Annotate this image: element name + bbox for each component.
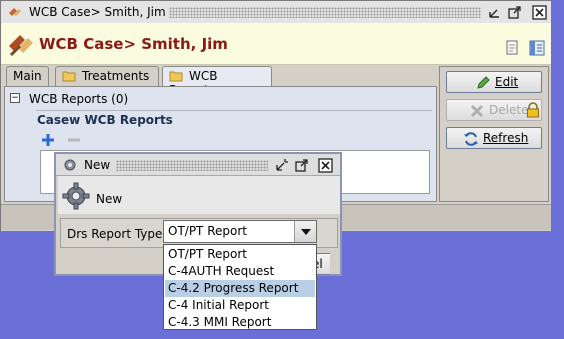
edit-label: Edit — [495, 75, 519, 89]
dialog-grip — [116, 160, 268, 171]
delete-x-icon — [470, 104, 484, 118]
dialog-heading: New — [96, 192, 123, 206]
folder-icon — [169, 71, 183, 82]
option-c4-2-progress-report[interactable]: C-4.2 Progress Report — [165, 280, 315, 297]
window-title: WCB Case> Smith, Jim — [29, 5, 166, 19]
edit-button[interactable]: Edit — [446, 71, 542, 93]
tab-wcb-reports[interactable]: WCB Reports — [162, 66, 272, 97]
report-type-value: OT/PT Report — [168, 224, 247, 238]
option-c4-initial-report[interactable]: C-4 Initial Report — [165, 297, 315, 314]
dropdown-arrow-icon[interactable] — [294, 221, 316, 242]
report-type-select[interactable]: OT/PT Report — [163, 220, 317, 243]
tab-main-label: Main — [13, 69, 42, 83]
refresh-button[interactable]: Refresh — [446, 127, 542, 149]
remove-report-button[interactable] — [66, 132, 82, 148]
minimize-icon[interactable] — [487, 5, 502, 20]
option-c4-3-mmi-report[interactable]: C-4.3 MMI Report — [165, 314, 315, 331]
option-c4auth-request[interactable]: C-4AUTH Request — [165, 263, 315, 280]
gavel-icon — [9, 35, 33, 57]
tree-node-label: WCB Reports (0) — [29, 92, 129, 106]
refresh-label: Refresh — [483, 131, 529, 145]
tab-main[interactable]: Main — [6, 66, 49, 86]
dialog-titlebar[interactable]: New — [56, 154, 340, 176]
maximize-icon[interactable] — [507, 5, 522, 20]
option-ot-pt-report[interactable]: OT/PT Report — [165, 246, 315, 263]
pencil-icon — [477, 76, 490, 89]
dialog-minimize-icon[interactable] — [274, 158, 289, 173]
minus-icon — [68, 138, 80, 142]
titlebar-grip — [169, 7, 481, 18]
large-gear-icon — [62, 182, 90, 210]
close-icon[interactable] — [532, 5, 547, 20]
dialog-close-icon[interactable] — [318, 158, 333, 173]
folder-icon — [62, 71, 76, 82]
document-icon[interactable] — [504, 40, 520, 56]
lock-icon — [527, 102, 539, 118]
refresh-icon — [464, 132, 478, 146]
report-type-dropdown: OT/PT Report C-4AUTH Request C-4.2 Progr… — [163, 244, 317, 330]
tab-treatments[interactable]: Treatments — [55, 66, 159, 86]
case-header: WCB Case> Smith, Jim — [1, 23, 551, 65]
plus-icon — [42, 134, 54, 146]
page-title: WCB Case> Smith, Jim — [39, 35, 228, 53]
add-report-button[interactable] — [40, 132, 56, 148]
collapse-toggle[interactable]: − — [10, 93, 20, 103]
dialog-title: New — [84, 158, 111, 172]
dialog-maximize-icon[interactable] — [294, 158, 309, 173]
group-title: Casew WCB Reports — [37, 113, 173, 127]
delete-label: Delete — [489, 103, 529, 117]
main-titlebar[interactable]: WCB Case> Smith, Jim — [1, 1, 551, 24]
tab-treatments-label: Treatments — [82, 69, 150, 83]
report-type-label: Drs Report Type: — [67, 227, 167, 241]
app-icon — [9, 8, 21, 16]
delete-button[interactable]: Delete — [446, 99, 542, 121]
gear-icon — [64, 159, 76, 171]
layout-icon[interactable] — [529, 40, 545, 56]
